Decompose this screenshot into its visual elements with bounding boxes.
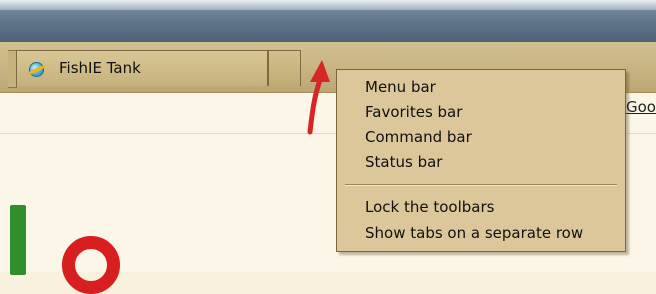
- menu-item-favorites-bar[interactable]: Favorites bar: [365, 103, 462, 121]
- page-link-fragment[interactable]: Goo: [626, 98, 656, 116]
- menu-item-command-bar[interactable]: Command bar: [365, 128, 472, 146]
- logo-fragment-red-letter: [62, 236, 120, 294]
- menu-item-show-tabs-separate-row[interactable]: Show tabs on a separate row: [365, 224, 583, 242]
- tab-fishie-tank[interactable]: FishIE Tank: [16, 50, 268, 86]
- menu-item-lock-toolbars[interactable]: Lock the toolbars: [365, 198, 494, 216]
- logo-fragment-green-letter: [10, 205, 26, 275]
- red-arrow-icon: [307, 60, 330, 135]
- toolbar-context-menu: Menu bar Favorites bar Command bar Statu…: [336, 69, 626, 252]
- ie-globe-icon: [29, 62, 44, 77]
- menu-separator: [345, 184, 617, 186]
- menu-item-status-bar[interactable]: Status bar: [365, 153, 442, 171]
- title-bar-highlight: [0, 0, 656, 10]
- tab-label: FishIE Tank: [59, 59, 141, 77]
- menu-item-menu-bar[interactable]: Menu bar: [365, 78, 436, 96]
- window-title-bar: [0, 0, 656, 42]
